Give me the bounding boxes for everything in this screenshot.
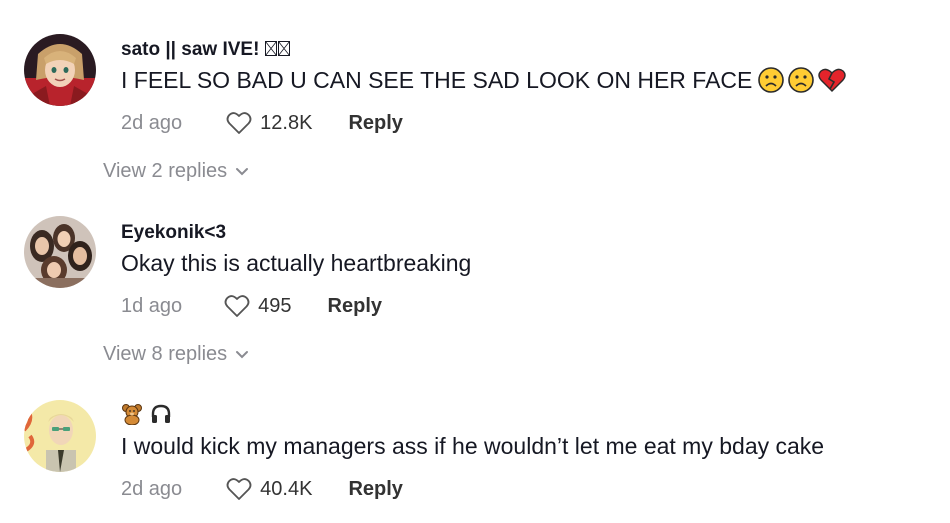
view-replies-button[interactable]: View 2 replies (103, 160, 249, 183)
heart-outline-icon (226, 112, 252, 134)
comment-date: 2d ago (121, 111, 183, 134)
avatar-image (24, 216, 96, 288)
frowning-face-icon (788, 67, 815, 93)
comment-text: I FEEL SO BAD U CAN SEE THE SAD LOOK ON … (121, 67, 847, 94)
chevron-down-icon (236, 167, 249, 175)
username[interactable] (121, 403, 172, 428)
heart-outline-icon (224, 295, 250, 317)
comment-text-content: I FEEL SO BAD U CAN SEE THE SAD LOOK ON … (121, 67, 753, 93)
avatar[interactable] (24, 400, 96, 472)
avatar[interactable] (24, 216, 96, 288)
like-button[interactable]: 40.4K (226, 477, 312, 501)
avatar[interactable] (24, 34, 96, 106)
cropped-fragment: · (183, 0, 190, 9)
comment-date: 1d ago (121, 294, 183, 317)
avatar-image (24, 34, 96, 106)
unsupported-glyph-icon (265, 41, 291, 56)
like-count: 495 (258, 294, 292, 317)
comment-meta: 1d ago 495 Reply (121, 291, 382, 321)
reply-button[interactable]: Reply (348, 112, 402, 135)
heart-outline-icon (226, 478, 252, 500)
like-button[interactable]: 12.8K (226, 111, 312, 135)
frowning-face-icon (758, 67, 785, 93)
comment-meta: 2d ago 12.8K Reply (121, 108, 403, 138)
reply-button[interactable]: Reply (348, 478, 402, 501)
username[interactable]: Eyekonik<3 (121, 222, 226, 244)
headphones-icon (152, 404, 171, 423)
username[interactable]: sato || saw IVE! (121, 39, 291, 61)
comment-meta: 2d ago 40.4K Reply (121, 474, 403, 504)
comment-text: I would kick my managers ass if he would… (121, 433, 825, 459)
avatar-image (24, 400, 96, 472)
view-replies-button[interactable]: View 8 replies (103, 343, 249, 366)
view-replies-label: View 2 replies (103, 160, 228, 182)
like-count: 40.4K (260, 477, 313, 500)
comment-text: Okay this is actually heartbreaking (121, 250, 472, 276)
comments-panel: · sato || saw IVE! (0, 0, 950, 523)
view-replies-label: View 8 replies (103, 343, 228, 365)
username-text: sato || saw IVE! (121, 39, 260, 60)
chevron-down-icon (236, 350, 249, 358)
reply-button[interactable]: Reply (328, 295, 382, 318)
like-button[interactable]: 495 (224, 294, 292, 318)
comment-date: 2d ago (121, 477, 183, 500)
teddy-bear-icon (122, 404, 142, 426)
broken-heart-icon (818, 68, 847, 92)
like-count: 12.8K (260, 111, 313, 134)
